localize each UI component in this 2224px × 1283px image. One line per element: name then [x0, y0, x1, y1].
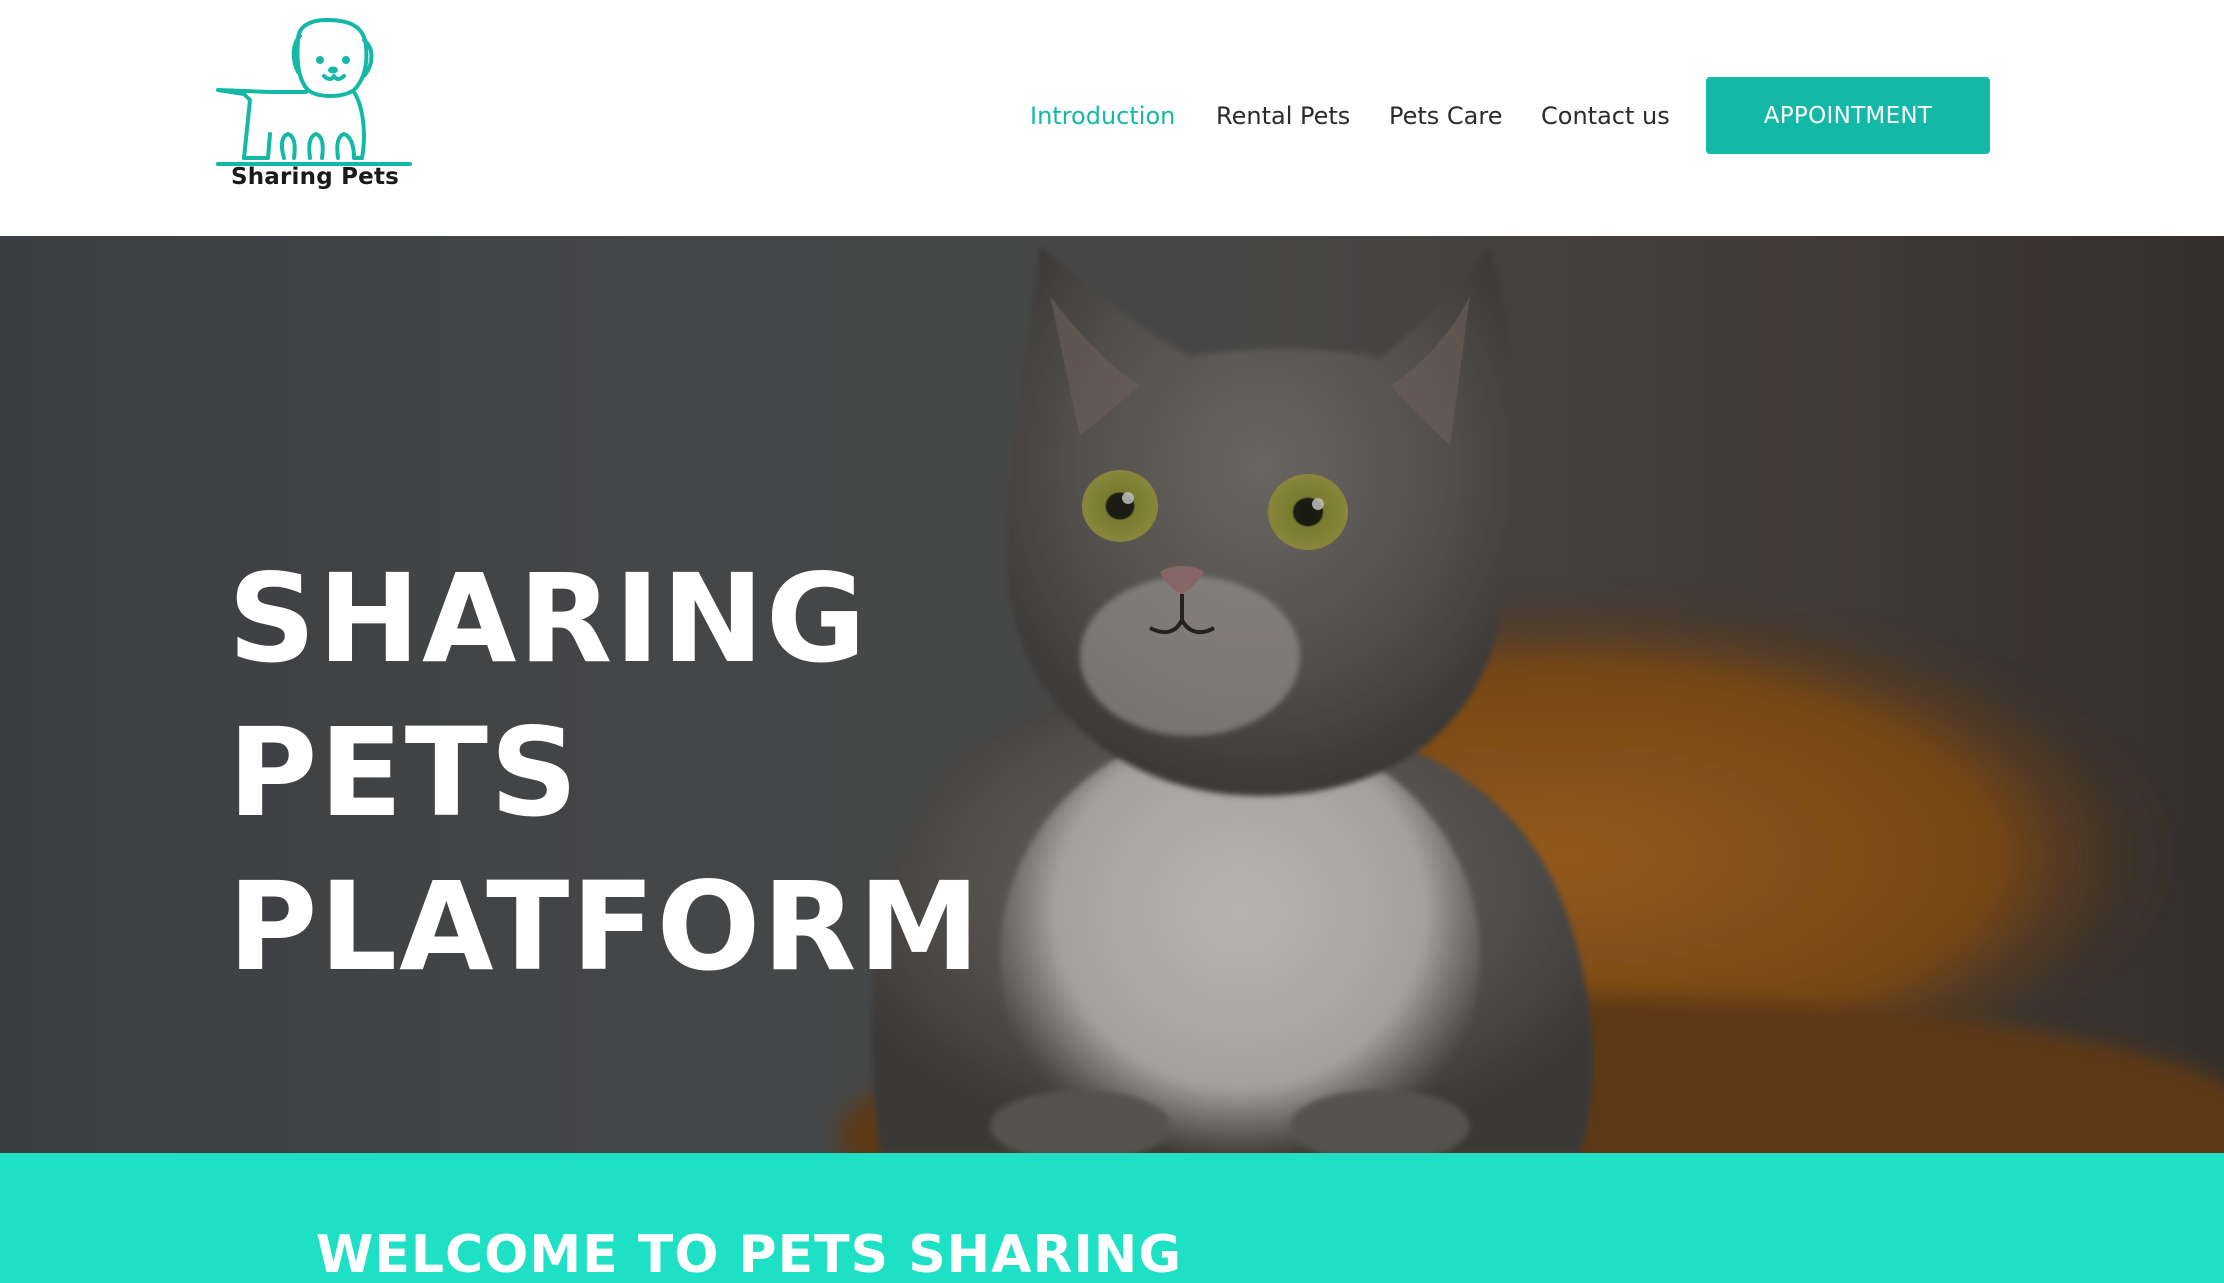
nav-item-introduction[interactable]: Introduction [1030, 96, 1175, 136]
nav-item-pets-care[interactable]: Pets Care [1389, 96, 1503, 136]
welcome-title: WELCOME TO PETS SHARING [316, 1225, 1182, 1283]
hero-title: SHARING PETS PLATFORM [228, 542, 1228, 1004]
site-header: Sharing Pets Introduction Rental Pets Pe… [0, 0, 2224, 236]
hero-title-line-1: SHARING PETS [228, 548, 868, 844]
dog-icon [216, 18, 412, 166]
logo-text: Sharing Pets [230, 164, 400, 190]
hero-title-line-2: PLATFORM [228, 856, 982, 998]
nav-item-contact-us[interactable]: Contact us [1541, 96, 1670, 136]
nav-item-rental-pets[interactable]: Rental Pets [1216, 96, 1350, 136]
hero-banner: SHARING PETS PLATFORM [0, 236, 2224, 1153]
welcome-section: WELCOME TO PETS SHARING [0, 1153, 2224, 1283]
appointment-button[interactable]: APPOINTMENT [1706, 77, 1990, 154]
